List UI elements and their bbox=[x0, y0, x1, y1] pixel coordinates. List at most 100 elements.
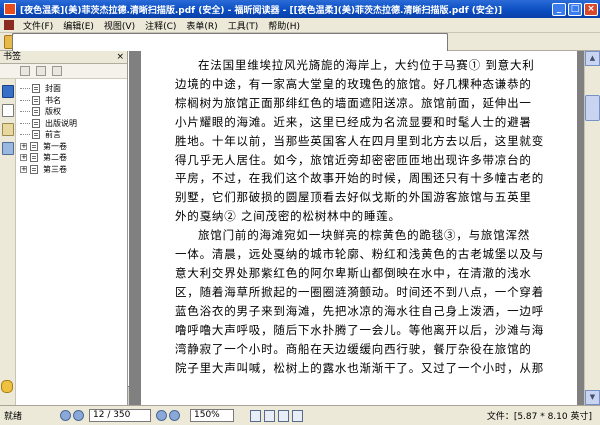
bookmark-label: 封面 bbox=[45, 84, 61, 94]
last-page-button[interactable] bbox=[169, 410, 180, 421]
pages-tab-icon[interactable] bbox=[2, 104, 14, 117]
panel-tab-strip bbox=[0, 79, 16, 405]
toolbar bbox=[0, 33, 600, 387]
bookmark-item[interactable]: 书名 bbox=[20, 95, 77, 107]
zoom-level-field[interactable]: 150% bbox=[190, 409, 234, 422]
close-button[interactable]: × bbox=[584, 2, 598, 16]
text-line: 在法国里维埃拉风光旖旎的海岸上，大约位于马赛① 到意大利 bbox=[198, 58, 535, 72]
bookmark-page-icon bbox=[30, 141, 38, 151]
text-line: 旅馆门前的海滩宛如一块鲜亮的棕黄色的跪毯③，与旅馆浑然 bbox=[198, 228, 531, 243]
bookmarks-panel-title: 书签 bbox=[3, 52, 22, 62]
status-text: 就绪 bbox=[4, 412, 23, 422]
text-line: 外的戛纳② 之间茂密的松树林中的睡莲。 bbox=[175, 209, 401, 224]
text-line: 别墅，它们那破损的圆屋顶看去好似戈斯的外国游客旅馆与五英里 bbox=[175, 190, 532, 205]
menu-tools[interactable]: 工具(T) bbox=[223, 19, 264, 32]
attachments-paperclip-icon[interactable] bbox=[1, 380, 13, 393]
document-menu-icon[interactable] bbox=[4, 20, 14, 30]
menu-view[interactable]: 视图(V) bbox=[99, 19, 140, 32]
bookmark-label: 第三卷 bbox=[43, 164, 67, 174]
tree-line bbox=[20, 122, 30, 124]
delete-bookmark-icon[interactable] bbox=[36, 66, 46, 76]
expand-icon[interactable]: + bbox=[20, 142, 27, 150]
document-view[interactable]: 在法国里维埃拉风光旖旎的海岸上，大约位于马赛① 到意大利 边境的中途，有一家高大… bbox=[129, 51, 584, 405]
page-number-field[interactable]: 12 / 350 bbox=[89, 409, 151, 422]
menu-insert[interactable]: 编辑(E) bbox=[58, 19, 99, 32]
text-line: 蓝色浴衣的男子来到海滩，先把冰凉的海水往自己身上泼洒，一边呼 bbox=[175, 303, 544, 318]
menu-comment[interactable]: 注释(C) bbox=[140, 19, 181, 32]
bookmark-page-icon bbox=[32, 107, 40, 117]
bookmark-label: 第一卷 bbox=[43, 141, 67, 151]
text-line: 边境的中途，有一家高大堂皇的玫瑰色的旅馆。好几棵种态谦恭的 bbox=[175, 76, 532, 91]
text-line: 噜呼噜大声呼吸，随后下水扑腾了一会儿。等他离开以后，沙滩与海 bbox=[175, 322, 544, 337]
bookmark-page-icon bbox=[32, 95, 40, 105]
minimize-button[interactable]: _ bbox=[552, 2, 566, 16]
close-panel-icon[interactable]: × bbox=[116, 51, 124, 63]
expand-icon[interactable]: + bbox=[20, 154, 27, 162]
bookmark-label: 前言 bbox=[45, 130, 61, 140]
text-line: 一体。清晨，远处戛纳的城市轮廓、粉红和浅黄色的古老城堡以及与 bbox=[175, 247, 544, 262]
window-controls: _ □ × bbox=[552, 2, 598, 16]
maximize-button[interactable]: □ bbox=[568, 2, 582, 16]
title-bar: [夜色温柔](美)菲茨杰拉德.清晰扫描版.pdf (安全) - 福昕阅读器 - … bbox=[0, 0, 600, 18]
bookmark-page-icon bbox=[32, 118, 40, 128]
new-bookmark-icon[interactable] bbox=[20, 66, 30, 76]
text-line: 棕榈树为旅馆正面那绯红色的墙面遮阳送凉。旅馆前面，延伸出一 bbox=[175, 95, 532, 110]
bookmark-options-icon[interactable] bbox=[52, 66, 62, 76]
bookmark-label: 书名 bbox=[45, 95, 61, 105]
status-bar: 就绪 12 / 350 150% 文件：[5.87 * 8.10 英寸] bbox=[0, 405, 600, 425]
pdf-page: 在法国里维埃拉风光旖旎的海岸上，大约位于马赛① 到意大利 边境的中途，有一家高大… bbox=[141, 51, 577, 405]
menu-form[interactable]: 表单(R) bbox=[181, 19, 222, 32]
comments-tab-icon[interactable] bbox=[2, 142, 14, 155]
tree-line bbox=[20, 111, 30, 113]
text-line: 小片耀眼的海滩。近来，这里已经成为名流显要和时髦人士的避暑 bbox=[175, 114, 532, 129]
scroll-thumb[interactable] bbox=[585, 95, 600, 121]
text-line: 胜地。十年以前，当那些英国客人在四月里到北方去以后，这里就变 bbox=[175, 133, 544, 148]
bookmark-item[interactable]: + 第一卷 bbox=[20, 141, 77, 153]
previous-page-button[interactable] bbox=[73, 410, 84, 421]
bookmarks-tab-icon[interactable] bbox=[2, 85, 14, 98]
text-line: 区，随着海草所掀起的一圈圈涟漪颤动。时间还不到八点，一个穿着 bbox=[175, 284, 544, 299]
text-line: 湾静寂了一个小时。商船在天边缓缓向西行驶，餐厅杂役在旅馆的 bbox=[175, 341, 532, 356]
file-size-info: 文件：[5.87 * 8.10 英寸] bbox=[486, 412, 592, 422]
bookmark-label: 第二卷 bbox=[43, 153, 67, 163]
bookmark-page-icon bbox=[30, 164, 38, 174]
bookmark-list: 封面 书名 版权 出版说明 前言 + 第一卷 + 第二卷 + 第三卷 bbox=[20, 83, 77, 175]
layers-tab-icon[interactable] bbox=[2, 123, 14, 136]
bookmarks-toolbar bbox=[0, 64, 127, 79]
tree-line bbox=[20, 99, 30, 101]
bookmark-item[interactable]: + 第二卷 bbox=[20, 152, 77, 164]
next-page-button[interactable] bbox=[156, 410, 167, 421]
bookmark-item[interactable]: 版权 bbox=[20, 106, 77, 118]
menu-file[interactable]: 文件(F) bbox=[18, 19, 58, 32]
bookmark-page-icon bbox=[32, 130, 40, 140]
continuous-facing-view-icon[interactable] bbox=[292, 409, 303, 422]
bookmark-item[interactable]: 出版说明 bbox=[20, 118, 77, 130]
expand-icon[interactable]: + bbox=[20, 165, 27, 173]
bookmark-page-icon bbox=[32, 84, 40, 94]
tree-line bbox=[20, 134, 30, 136]
window-title: [夜色温柔](美)菲茨杰拉德.清晰扫描版.pdf (安全) - 福昕阅读器 - … bbox=[20, 5, 503, 16]
page-navigation: 12 / 350 bbox=[60, 409, 180, 422]
single-page-view-icon[interactable] bbox=[250, 409, 261, 422]
continuous-view-icon[interactable] bbox=[264, 409, 275, 422]
first-page-button[interactable] bbox=[60, 410, 71, 421]
scroll-down-button[interactable]: ▼ bbox=[585, 390, 600, 405]
text-line: 院子里大声叫喊，松树上的露水也渐渐干了。又过了一个小时，从那 bbox=[175, 360, 544, 375]
facing-view-icon[interactable] bbox=[278, 409, 289, 422]
vertical-scrollbar[interactable]: ▲ ▼ bbox=[584, 51, 600, 405]
bookmarks-panel-header: 书签 × bbox=[0, 51, 127, 64]
bookmark-page-icon bbox=[30, 153, 38, 163]
scroll-up-button[interactable]: ▲ bbox=[585, 51, 600, 66]
menu-help[interactable]: 帮助(H) bbox=[263, 19, 305, 32]
bookmark-item[interactable]: + 第三卷 bbox=[20, 164, 77, 176]
view-mode-buttons bbox=[250, 409, 303, 422]
bookmark-label: 版权 bbox=[45, 107, 61, 117]
text-line: 平房，不过，在我们这个故事开始的时候，周围还只有十多幢古老的 bbox=[175, 171, 544, 186]
text-line: 得几乎无人居住。如今，旅馆近旁却密密匝匝地出现许多带凉台的 bbox=[175, 152, 532, 167]
text-line: 意大利交界处那紫红色的阿尔卑斯山都倒映在水中，在清澈的浅水 bbox=[175, 265, 532, 280]
tree-line bbox=[20, 88, 30, 90]
bookmark-item[interactable]: 封面 bbox=[20, 83, 77, 95]
bookmarks-panel: 书签 × 封面 书名 版权 出版说明 前言 + 第一卷 + 第二卷 + 第三卷 bbox=[0, 51, 128, 405]
bookmark-item[interactable]: 前言 bbox=[20, 129, 77, 141]
foxit-app-icon bbox=[4, 3, 16, 15]
